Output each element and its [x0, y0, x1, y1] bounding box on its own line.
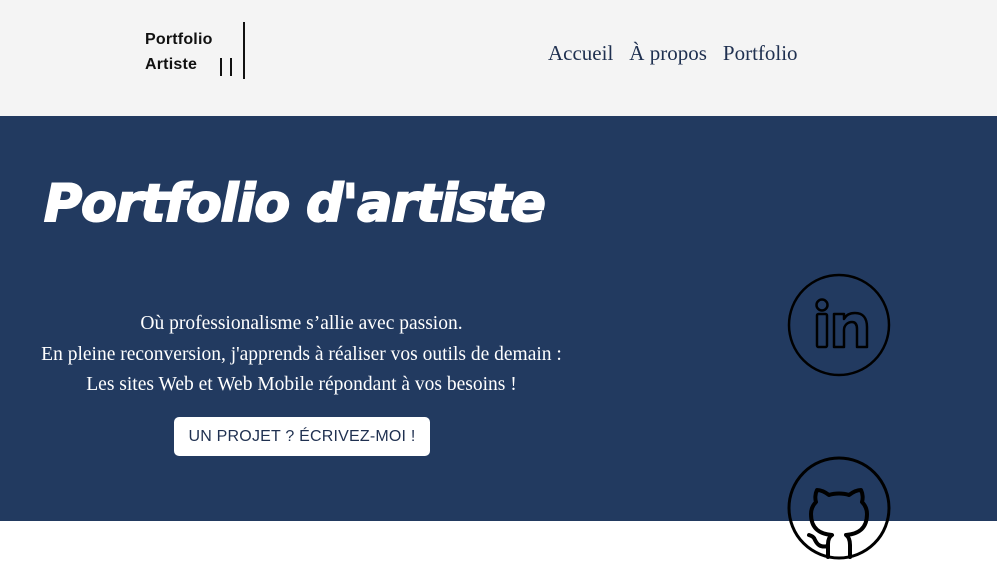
- logo[interactable]: Portfolio Artiste: [145, 22, 255, 82]
- linkedin-icon: [787, 273, 891, 377]
- github-link[interactable]: [786, 456, 892, 562]
- github-icon: [787, 456, 891, 560]
- logo-bar: [220, 58, 222, 76]
- logo-text-line2: Artiste: [145, 56, 198, 73]
- logo-bar: [230, 58, 232, 76]
- main-nav: Accueil À propos Portfolio: [548, 41, 798, 66]
- tagline-line: Les sites Web et Web Mobile répondant à …: [86, 374, 517, 395]
- contact-cta-button[interactable]: UN PROJET ? ÉCRIVEZ-MOI !: [174, 417, 430, 456]
- logo-text-line1: Portfolio: [145, 31, 213, 48]
- hero-section: Portfolio d'artiste Où professionalisme …: [0, 116, 997, 560]
- tagline-line: Où professionalisme s’allie avec passion…: [140, 313, 463, 334]
- nav-link-accueil[interactable]: Accueil: [548, 41, 613, 66]
- linkedin-link[interactable]: [786, 273, 892, 379]
- site-header: Portfolio Artiste Accueil À propos Portf…: [0, 0, 997, 116]
- nav-link-portfolio[interactable]: Portfolio: [723, 41, 798, 66]
- hero-title: Portfolio d'artiste: [43, 173, 547, 235]
- tagline-line: En pleine reconversion, j'apprends à réa…: [41, 343, 562, 365]
- logo-bar: [243, 22, 245, 79]
- hero-tagline: Où professionalisme s’allie avec passion…: [0, 309, 603, 401]
- nav-link-a-propos[interactable]: À propos: [629, 41, 707, 66]
